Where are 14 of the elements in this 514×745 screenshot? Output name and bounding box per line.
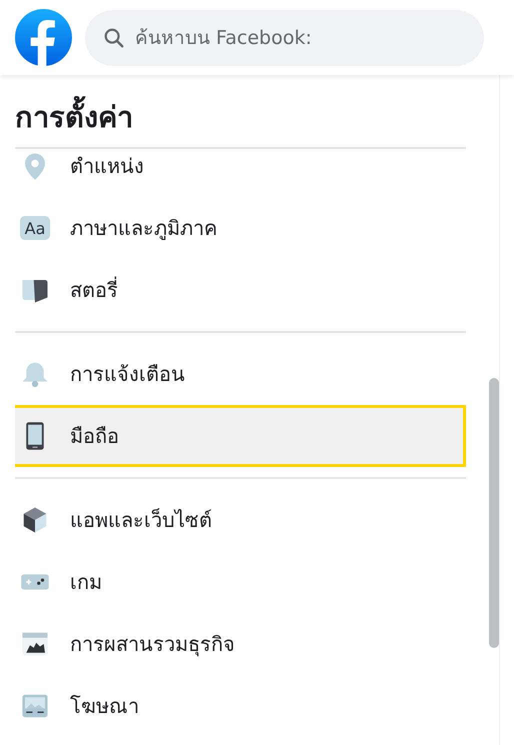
settings-menu-item[interactable]: การแจ้งเตือน — [15, 343, 466, 405]
language-icon: Aa — [20, 216, 50, 240]
settings-menu-item[interactable]: ตำแหน่ง — [15, 149, 466, 197]
settings-menu-item[interactable]: การผสานรวมธุรกิจ — [15, 613, 466, 675]
settings-menu-item[interactable]: โฆษณา — [15, 675, 466, 737]
settings-menu-item[interactable]: มือถือ — [15, 405, 466, 467]
settings-menu-item[interactable]: แอพและเว็บไซต์ — [15, 489, 466, 551]
page-title: การตั้งค่า — [15, 97, 483, 137]
settings-menu-item[interactable]: Aa ภาษาและภูมิภาค — [15, 197, 466, 259]
facebook-logo[interactable] — [15, 9, 72, 66]
settings-menu-item[interactable]: สตอรี่ — [15, 259, 466, 321]
scrollbar-thumb[interactable] — [489, 378, 499, 648]
settings-menu-item[interactable]: เกม — [15, 551, 466, 613]
search-field[interactable]: ค้นหาบน Facebook: — [85, 10, 484, 66]
